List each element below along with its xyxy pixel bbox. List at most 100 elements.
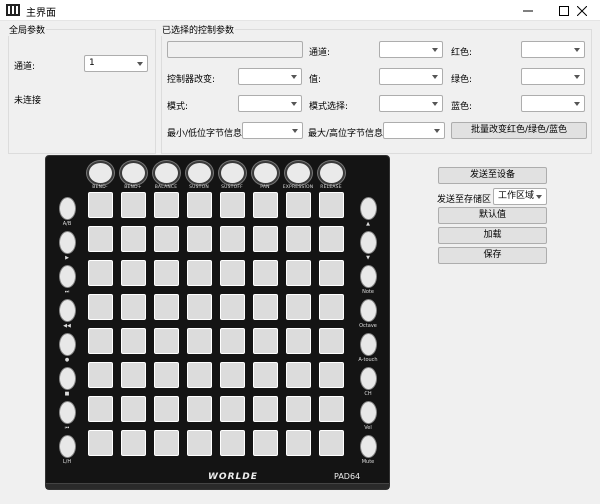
green-select[interactable] <box>521 68 585 85</box>
pad-button[interactable] <box>319 294 344 320</box>
mode-select-select[interactable] <box>379 95 443 112</box>
pad-button[interactable] <box>286 396 311 422</box>
pad-button[interactable] <box>220 260 245 286</box>
pad-button[interactable] <box>88 362 113 388</box>
pad-button[interactable] <box>88 226 113 252</box>
left-side-button[interactable] <box>59 299 76 322</box>
pad-button[interactable] <box>187 226 212 252</box>
right-side-button[interactable] <box>360 435 377 458</box>
pad-button[interactable] <box>253 396 278 422</box>
right-side-button[interactable] <box>360 333 377 356</box>
pad-button[interactable] <box>187 260 212 286</box>
knob-5[interactable] <box>219 161 246 185</box>
left-side-button[interactable] <box>59 333 76 356</box>
pad-button[interactable] <box>286 226 311 252</box>
pad-button[interactable] <box>154 430 179 456</box>
pad-button[interactable] <box>286 260 311 286</box>
right-side-button[interactable] <box>360 231 377 254</box>
pad-button[interactable] <box>154 260 179 286</box>
pad-button[interactable] <box>121 226 146 252</box>
pad-button[interactable] <box>154 328 179 354</box>
pad-button[interactable] <box>154 192 179 218</box>
value-select[interactable] <box>379 68 443 85</box>
pad-button[interactable] <box>187 430 212 456</box>
pad-button[interactable] <box>319 430 344 456</box>
close-button[interactable] <box>564 0 600 21</box>
blue-select[interactable] <box>521 95 585 112</box>
min-byte-select[interactable] <box>242 122 303 139</box>
save-button[interactable]: 保存 <box>438 247 547 264</box>
default-button[interactable]: 默认值 <box>438 207 547 224</box>
pad-button[interactable] <box>187 328 212 354</box>
pad-button[interactable] <box>187 294 212 320</box>
pad-button[interactable] <box>319 226 344 252</box>
pad-button[interactable] <box>88 430 113 456</box>
pad-button[interactable] <box>154 294 179 320</box>
pad-button[interactable] <box>187 396 212 422</box>
left-side-button[interactable] <box>59 231 76 254</box>
right-side-button[interactable] <box>360 197 377 220</box>
pad-button[interactable] <box>220 362 245 388</box>
pad-button[interactable] <box>88 328 113 354</box>
pad-button[interactable] <box>220 430 245 456</box>
pad-button[interactable] <box>286 192 311 218</box>
knob-6[interactable] <box>252 161 279 185</box>
pad-button[interactable] <box>253 260 278 286</box>
left-side-button[interactable] <box>59 435 76 458</box>
minimize-button[interactable] <box>510 0 546 21</box>
load-button[interactable]: 加载 <box>438 227 547 244</box>
red-select[interactable] <box>521 41 585 58</box>
pad-button[interactable] <box>220 328 245 354</box>
right-side-button[interactable] <box>360 265 377 288</box>
knob-4[interactable] <box>186 161 213 185</box>
pad-button[interactable] <box>154 226 179 252</box>
pad-button[interactable] <box>253 328 278 354</box>
pad-button[interactable] <box>220 396 245 422</box>
storage-select[interactable]: 工作区域 <box>493 188 547 205</box>
pad-button[interactable] <box>319 260 344 286</box>
pad-button[interactable] <box>88 294 113 320</box>
pad-button[interactable] <box>253 362 278 388</box>
pad-button[interactable] <box>286 294 311 320</box>
pad-button[interactable] <box>154 396 179 422</box>
left-side-button[interactable] <box>59 401 76 424</box>
pad-button[interactable] <box>286 328 311 354</box>
pad-button[interactable] <box>187 192 212 218</box>
pad-button[interactable] <box>253 294 278 320</box>
pad-button[interactable] <box>121 362 146 388</box>
right-side-button[interactable] <box>360 299 377 322</box>
left-side-button[interactable] <box>59 197 76 220</box>
pad-button[interactable] <box>286 430 311 456</box>
pad-button[interactable] <box>154 362 179 388</box>
pad-button[interactable] <box>253 226 278 252</box>
right-side-button[interactable] <box>360 367 377 390</box>
left-side-button[interactable] <box>59 367 76 390</box>
left-side-button[interactable] <box>59 265 76 288</box>
pad-button[interactable] <box>88 396 113 422</box>
pad-button[interactable] <box>220 192 245 218</box>
pad-button[interactable] <box>88 192 113 218</box>
global-channel-select[interactable]: 1 <box>84 55 148 72</box>
pad-button[interactable] <box>121 430 146 456</box>
pad-button[interactable] <box>253 430 278 456</box>
pad-button[interactable] <box>121 328 146 354</box>
selected-channel-select[interactable] <box>379 41 443 58</box>
mode-select[interactable] <box>238 95 302 112</box>
pad-button[interactable] <box>220 294 245 320</box>
pad-button[interactable] <box>187 362 212 388</box>
pad-button[interactable] <box>121 396 146 422</box>
knob-3[interactable] <box>153 161 180 185</box>
knob-7[interactable] <box>285 161 312 185</box>
batch-change-rgb-button[interactable]: 批量改变红色/绿色/蓝色 <box>451 122 587 139</box>
pad-button[interactable] <box>286 362 311 388</box>
knob-1[interactable] <box>87 161 114 185</box>
controller-change-select[interactable] <box>238 68 302 85</box>
pad-button[interactable] <box>319 192 344 218</box>
knob-8[interactable] <box>318 161 345 185</box>
pad-button[interactable] <box>220 226 245 252</box>
pad-button[interactable] <box>88 260 113 286</box>
pad-button[interactable] <box>319 362 344 388</box>
max-byte-select[interactable] <box>383 122 445 139</box>
pad-button[interactable] <box>319 396 344 422</box>
knob-2[interactable] <box>120 161 147 185</box>
